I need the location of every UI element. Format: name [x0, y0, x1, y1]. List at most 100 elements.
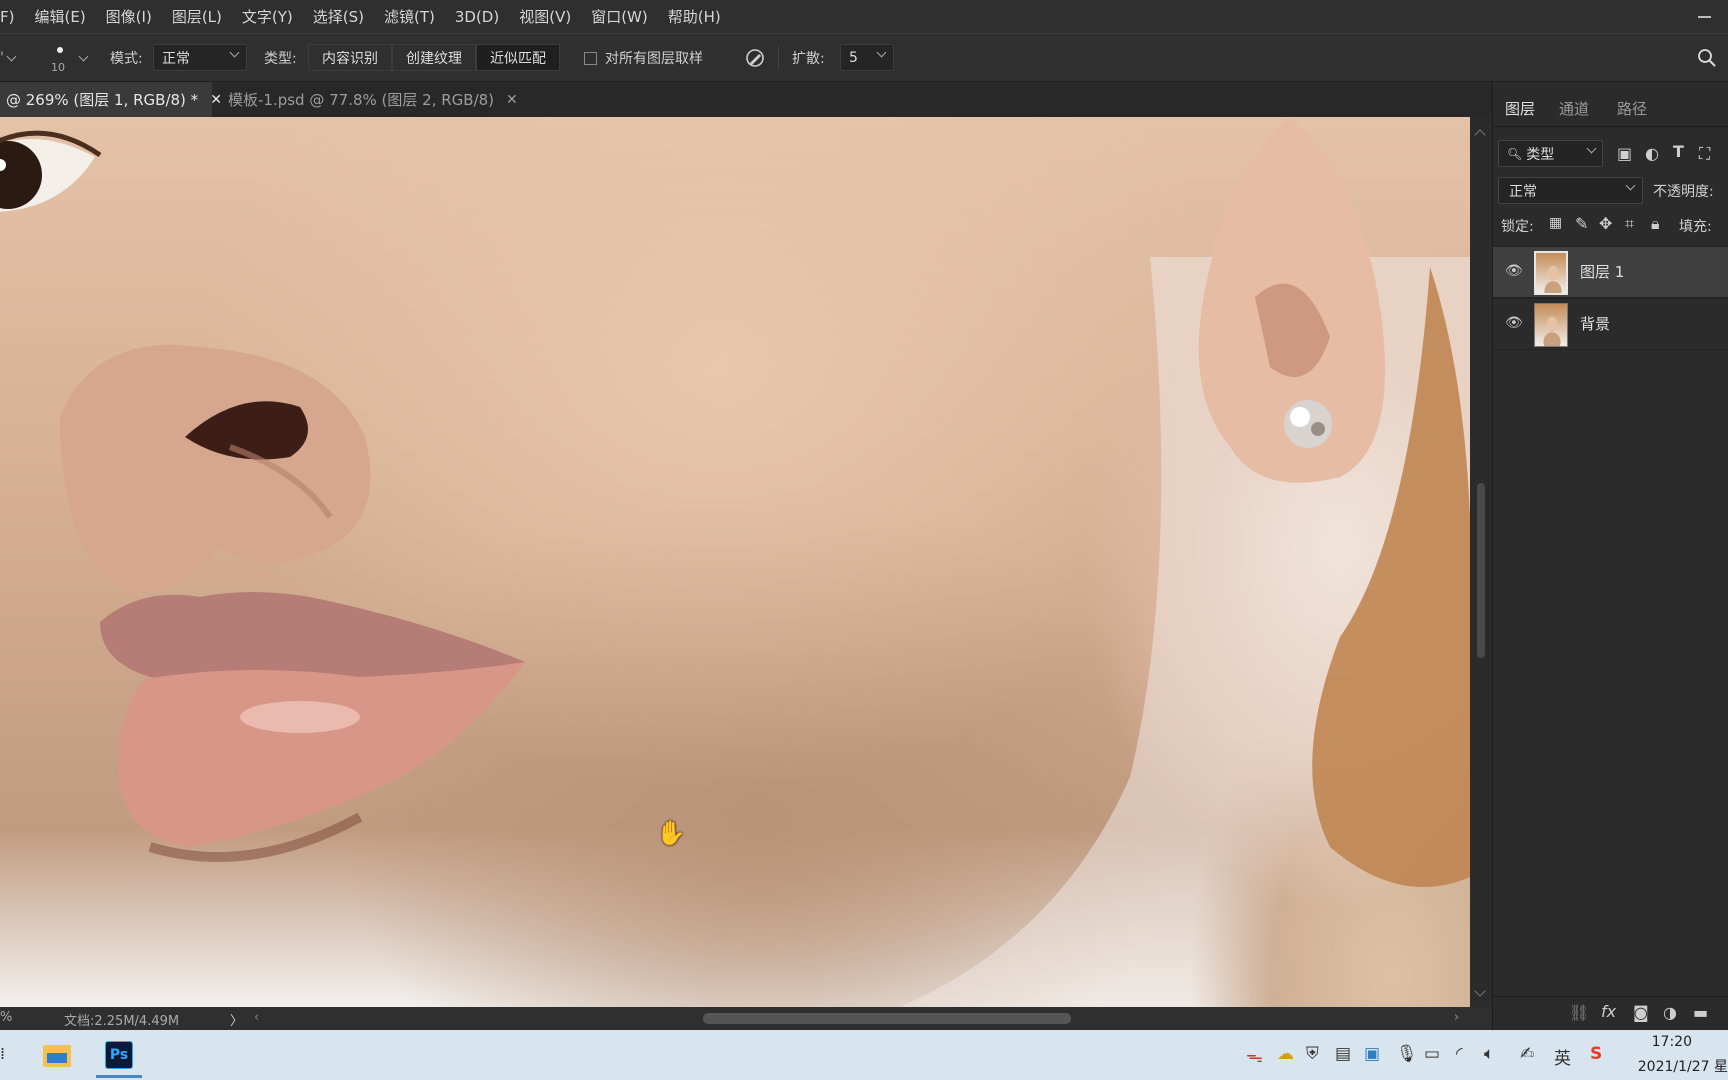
tray-volume-icon[interactable]: 🔈︎ [1484, 1044, 1494, 1064]
tab-title: 模板-1.psd @ 77.8% (图层 2, RGB/8) [228, 91, 495, 109]
new-group-icon[interactable]: ▬ [1693, 1003, 1708, 1022]
lock-label: 锁定: [1501, 219, 1534, 235]
menu-layer[interactable]: 图层(L) [162, 6, 232, 27]
eye-icon[interactable]: 👁︎ [1505, 315, 1523, 331]
lock-artboard-icon[interactable]: ⌗ [1625, 214, 1634, 234]
layer-name: 背景 [1580, 315, 1611, 333]
tray-shield-icon[interactable]: ⛨ [1306, 1044, 1319, 1064]
pressure-pen-icon [746, 49, 764, 67]
menu-bar: F) 编辑(E) 图像(I) 图层(L) 文字(Y) 选择(S) 滤镜(T) 3… [0, 0, 1728, 33]
photo-nose [60, 344, 371, 592]
tray-cloud-icon[interactable]: ☁ [1277, 1044, 1294, 1064]
tray-network-app-icon[interactable]: ▣ [1364, 1044, 1380, 1064]
file-explorer-button[interactable] [34, 1034, 80, 1078]
layers-panel-footer: ⛓ fx ◙ ◑ ▬ [1493, 996, 1728, 1030]
vertical-scroll-thumb[interactable] [1477, 483, 1485, 658]
menu-help[interactable]: 帮助(H) [658, 6, 731, 27]
close-icon[interactable]: ✕ [506, 92, 518, 108]
fx-icon[interactable]: fx [1601, 1002, 1616, 1021]
horizontal-scroll-thumb[interactable] [703, 1013, 1071, 1024]
tab-channels[interactable]: 通道 [1559, 92, 1589, 124]
mode-select[interactable]: 正常 [153, 44, 247, 71]
vertical-scrollbar[interactable] [1470, 117, 1492, 1007]
tab-paths[interactable]: 路径 [1617, 92, 1647, 124]
tray-pen-icon[interactable]: ✍ [1520, 1044, 1534, 1064]
spread-input[interactable]: 5 [840, 44, 894, 71]
menu-select[interactable]: 选择(S) [303, 6, 374, 27]
document-canvas[interactable]: ✋ [0, 117, 1470, 1007]
sample-all-layers-checkbox[interactable]: 对所有图层取样 [584, 34, 703, 82]
link-layers-icon[interactable]: ⛓ [1569, 1003, 1589, 1022]
spread-value: 5 [849, 49, 858, 66]
document-tab-bar: @ 269% (图层 1, RGB/8) * ✕ 模板-1.psd @ 77.8… [0, 82, 1492, 117]
type-segmented-control: 内容识别 创建纹理 近似匹配 [308, 44, 560, 71]
tab-layers[interactable]: 图层 [1505, 92, 1535, 124]
tool-preset-picker[interactable]: ' [0, 34, 20, 82]
layer-row[interactable]: 👁︎ 背景 [1493, 298, 1728, 350]
type-proximity-match-button[interactable]: 近似匹配 [476, 44, 560, 71]
filter-kind-value: 类型 [1526, 146, 1555, 163]
blend-mode-select[interactable]: 正常 [1498, 177, 1643, 204]
scroll-up-icon[interactable] [1474, 129, 1486, 141]
search-icon: 🔍︎ [1507, 146, 1523, 161]
layer-name: 图层 1 [1580, 263, 1625, 281]
hand-cursor-icon: ✋ [656, 819, 686, 847]
tray-monitor-icon[interactable]: ▤ [1335, 1044, 1351, 1064]
photo-earring [1284, 400, 1332, 448]
menu-image[interactable]: 图像(I) [96, 6, 162, 27]
photo-lower-lip [117, 662, 526, 847]
opacity-label: 不透明度: [1653, 184, 1714, 200]
menu-type[interactable]: 文字(Y) [232, 6, 303, 27]
lock-transparent-pixels-icon[interactable]: ▦ [1549, 215, 1562, 231]
eye-icon[interactable]: 👁︎ [1505, 263, 1523, 279]
add-mask-icon[interactable]: ◙ [1633, 1003, 1649, 1022]
checkbox-icon [584, 51, 597, 65]
type-label: 类型: [264, 51, 297, 67]
options-bar: ' 10 模式: 正常 类型: 内容识别 创建纹理 近似匹配 对所有图层取样 扩… [0, 33, 1728, 82]
menu-3d[interactable]: 3D(D) [445, 8, 509, 26]
photoshop-icon: Ps [105, 1040, 133, 1069]
clock-date[interactable]: 2021/1/27 星 [1638, 1056, 1728, 1076]
lock-image-pixels-icon[interactable]: ✎ [1575, 214, 1588, 233]
scroll-right-icon[interactable]: › [1454, 1010, 1459, 1025]
photoshop-window: F) 编辑(E) 图像(I) 图层(L) 文字(Y) 选择(S) 滤镜(T) 3… [0, 0, 1728, 1080]
clock-time[interactable]: 17:20 [1652, 1034, 1692, 1050]
tray-microphone-icon[interactable]: 🎙︎ [1396, 1044, 1418, 1064]
tab-document-template[interactable]: 模板-1.psd @ 77.8% (图层 2, RGB/8) ✕ [218, 82, 518, 117]
menu-file[interactable]: F) [0, 8, 24, 26]
image-filter-icon[interactable]: ▣ [1617, 144, 1632, 163]
task-view-icon[interactable]: ⁞ [0, 1044, 5, 1063]
search-icon [1698, 49, 1716, 67]
minimize-icon[interactable] [1698, 6, 1712, 26]
scroll-down-icon[interactable] [1474, 985, 1486, 997]
type-create-texture-button[interactable]: 创建纹理 [392, 44, 476, 71]
tray-sogou-icon[interactable]: S [1590, 1044, 1602, 1064]
menu-filter[interactable]: 滤镜(T) [374, 6, 445, 27]
lock-all-icon[interactable]: 🔒︎ [1651, 214, 1660, 234]
ime-indicator[interactable]: 英 [1554, 1044, 1571, 1069]
lock-position-icon[interactable]: ✥ [1599, 214, 1612, 233]
tray-app-icon[interactable]: ᯓ [1246, 1044, 1263, 1067]
tray-battery-icon[interactable]: ▭ [1424, 1044, 1440, 1064]
tab-document-active[interactable]: @ 269% (图层 1, RGB/8) * ✕ [0, 82, 222, 117]
new-adjustment-layer-icon[interactable]: ◑ [1663, 1003, 1677, 1022]
type-filter-icon[interactable]: T [1673, 142, 1684, 161]
menu-edit[interactable]: 编辑(E) [24, 6, 95, 27]
search-button[interactable] [1697, 34, 1719, 82]
shape-filter-icon[interactable]: ⛶ [1699, 144, 1710, 164]
photoshop-taskbar-button[interactable]: Ps [96, 1034, 142, 1078]
layer-thumbnail [1534, 251, 1568, 295]
scroll-left-icon[interactable]: ‹ [254, 1010, 259, 1025]
menu-window[interactable]: 窗口(W) [581, 6, 658, 27]
adjustment-filter-icon[interactable]: ◐ [1645, 144, 1659, 163]
zoom-level[interactable]: % [0, 1010, 12, 1025]
brush-size-picker[interactable]: 10 [48, 34, 94, 82]
menu-view[interactable]: 视图(V) [509, 6, 581, 27]
status-menu-arrow-icon[interactable]: 〉 [230, 1010, 243, 1029]
tray-wifi-icon[interactable]: ◜ [1456, 1044, 1463, 1064]
layer-filter-select[interactable]: 🔍︎ 类型 [1498, 140, 1603, 167]
spread-label: 扩散: [792, 51, 825, 67]
pressure-size-button[interactable] [742, 34, 768, 82]
layer-row[interactable]: 👁︎ 图层 1 [1493, 246, 1728, 298]
type-content-aware-button[interactable]: 内容识别 [308, 44, 392, 71]
